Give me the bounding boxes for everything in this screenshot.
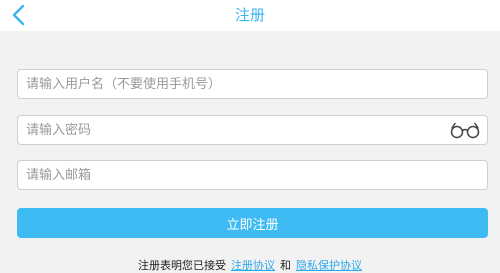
agreement-prefix: 注册表明您已接受 bbox=[138, 259, 226, 272]
header-bar: 注册 bbox=[0, 0, 500, 31]
agreement-conjunction: 和 bbox=[280, 259, 291, 272]
register-button[interactable]: 立即注册 bbox=[17, 208, 488, 238]
username-input[interactable] bbox=[18, 70, 487, 98]
page-title: 注册 bbox=[234, 6, 265, 24]
glasses-icon[interactable] bbox=[449, 122, 481, 139]
password-field[interactable] bbox=[17, 115, 488, 145]
terms-link[interactable]: 注册协议 bbox=[231, 259, 275, 272]
chevron-left-icon[interactable] bbox=[8, 3, 30, 27]
privacy-link[interactable]: 隐私保护协议 bbox=[296, 259, 362, 272]
email-field[interactable] bbox=[17, 160, 488, 190]
username-field[interactable] bbox=[17, 69, 488, 99]
password-input[interactable] bbox=[18, 116, 487, 144]
email-input[interactable] bbox=[18, 161, 487, 189]
